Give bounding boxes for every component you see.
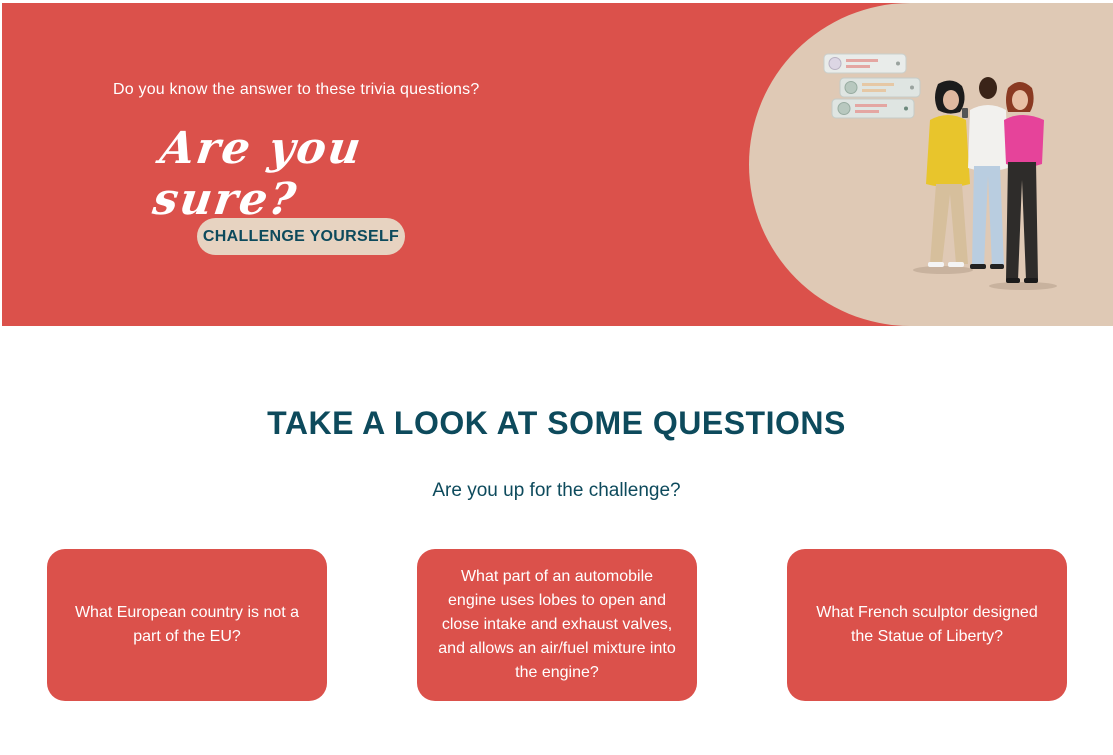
question-card[interactable]: What French sculptor designed the Statue… xyxy=(787,549,1067,701)
question-text: What French sculptor designed the Statue… xyxy=(816,604,1038,645)
person-pink-shirt xyxy=(1004,82,1044,283)
question-card[interactable]: What part of an automobile engine uses l… xyxy=(417,549,697,701)
people-with-phones-illustration xyxy=(823,53,1057,290)
question-text: What part of an automobile engine uses l… xyxy=(438,568,676,681)
hero-kicker-text: Do you know the answer to these trivia q… xyxy=(113,81,480,98)
challenge-yourself-button[interactable]: CHALLENGE YOURSELF xyxy=(197,218,405,255)
section-title: TAKE A LOOK AT SOME QUESTIONS xyxy=(267,405,846,441)
section-subtitle: Are you up for the challenge? xyxy=(432,480,681,501)
question-text: What European country is not a part of t… xyxy=(74,604,300,645)
hero-script-title: Are you sure? xyxy=(149,123,366,225)
chat-cards-icon xyxy=(823,53,921,119)
question-card[interactable]: What European country is not a part of t… xyxy=(47,549,327,701)
